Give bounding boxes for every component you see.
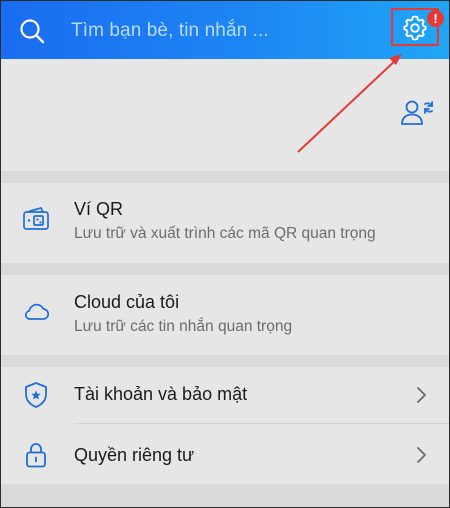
alert-badge: ! bbox=[427, 10, 444, 27]
list-item-my-cloud[interactable]: Cloud của tôi Lưu trữ các tin nhắn quan … bbox=[1, 275, 449, 355]
top-area bbox=[1, 59, 449, 171]
app-frame: Tìm bạn bè, tin nhắn ... ! Ví QR Lưu trữ… bbox=[0, 0, 450, 508]
list-item-account-security[interactable]: Tài khoản và bảo mật bbox=[1, 367, 449, 423]
section-separator bbox=[1, 171, 449, 183]
list-item-privacy[interactable]: Quyền riêng tư bbox=[1, 424, 449, 484]
item-title: Tài khoản và bảo mật bbox=[74, 384, 248, 404]
list-item-qr-wallet[interactable]: Ví QR Lưu trữ và xuất trình các mã QR qu… bbox=[1, 183, 449, 263]
chevron-right-icon bbox=[417, 387, 426, 403]
settings-button[interactable]: ! bbox=[391, 8, 444, 48]
item-subtitle: Lưu trữ các tin nhắn quan trọng bbox=[74, 318, 293, 335]
search-icon[interactable] bbox=[19, 18, 45, 44]
section-separator bbox=[1, 355, 449, 367]
search-input[interactable]: Tìm bạn bè, tin nhắn ... bbox=[71, 20, 269, 42]
item-subtitle: Lưu trữ và xuất trình các mã QR quan trọ… bbox=[74, 225, 376, 242]
item-title: Cloud của tôi bbox=[74, 292, 180, 312]
bottom-separator bbox=[1, 484, 449, 507]
switch-account-icon[interactable] bbox=[399, 97, 435, 127]
chevron-right-icon bbox=[417, 447, 426, 463]
gear-icon bbox=[403, 15, 427, 41]
cloud-icon bbox=[25, 303, 50, 320]
shield-icon bbox=[25, 382, 47, 408]
section-separator bbox=[1, 263, 449, 275]
qr-wallet-icon bbox=[23, 207, 49, 230]
item-title: Quyền riêng tư bbox=[74, 445, 195, 465]
lock-icon bbox=[26, 443, 46, 468]
item-title: Ví QR bbox=[74, 199, 124, 219]
header-bar: Tìm bạn bè, tin nhắn ... ! bbox=[1, 1, 449, 59]
